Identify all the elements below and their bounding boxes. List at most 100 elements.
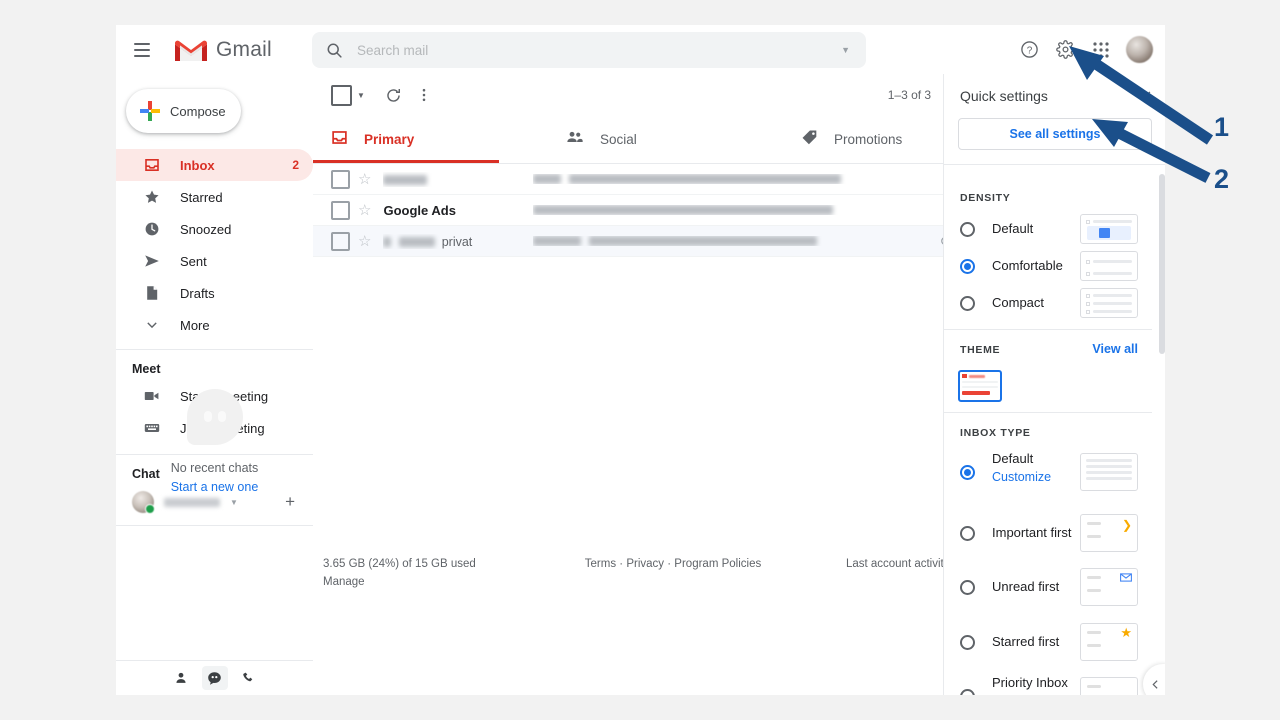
option-label: Default (992, 221, 1033, 236)
inbox-type-option-important-first[interactable]: Important first ❯ (944, 506, 1152, 559)
option-label: Unread first (992, 579, 1059, 594)
radio-icon[interactable] (960, 259, 975, 274)
row-checkbox[interactable] (331, 201, 350, 220)
inbox-important-first-thumbnail[interactable]: ❯ (1080, 514, 1138, 552)
email-sender-text: privat (442, 235, 473, 249)
radio-icon[interactable] (960, 296, 975, 311)
inbox-type-customize-link[interactable]: Customize (992, 470, 1051, 484)
density-option-comfortable[interactable]: Comfortable (944, 247, 1152, 284)
gear-icon[interactable] (1048, 33, 1082, 67)
help-icon[interactable]: ? (1012, 33, 1046, 67)
table-row[interactable]: ☆ privat Jul 13 (313, 226, 1043, 257)
theme-view-all-link[interactable]: View all (1092, 342, 1138, 356)
start-new-chat-link[interactable]: Start a new one (116, 480, 313, 494)
terms-link[interactable]: Terms (585, 558, 616, 570)
clock-icon (142, 221, 162, 237)
inbox-type-customize-link[interactable]: Customize (992, 694, 1068, 695)
inbox-type-option-unread-first[interactable]: Unread first (944, 559, 1152, 614)
inbox-starred-first-thumbnail[interactable]: ★ (1080, 623, 1138, 661)
quick-settings-scrollbar[interactable] (1159, 174, 1165, 354)
select-all-checkbox[interactable] (331, 85, 352, 106)
tab-label: Promotions (834, 132, 902, 147)
inbox-unread-first-thumbnail[interactable] (1080, 568, 1138, 606)
density-compact-thumbnail[interactable] (1080, 288, 1138, 318)
radio-icon[interactable] (960, 526, 975, 541)
close-icon[interactable]: ✕ (1141, 88, 1152, 104)
search-bar[interactable]: ▼ (312, 32, 866, 68)
sidebar-nav: Inbox 2 Starred Snoozed Sent (116, 149, 313, 341)
compose-label: Compose (170, 104, 226, 119)
star-icon[interactable]: ☆ (358, 170, 371, 188)
gmail-logo[interactable]: Gmail (172, 36, 272, 64)
search-input[interactable] (355, 42, 841, 59)
sidebar-item-snoozed[interactable]: Snoozed (116, 213, 313, 245)
table-row[interactable]: ☆ Google Ads 10:21 PM (313, 195, 1043, 226)
row-checkbox[interactable] (331, 170, 350, 189)
chat-display-name-redacted (164, 498, 220, 507)
option-label: Comfortable (992, 258, 1063, 273)
sidebar-item-sent[interactable]: Sent (116, 245, 313, 277)
chevron-down-icon[interactable]: ▼ (230, 498, 238, 507)
density-comfortable-thumbnail[interactable] (1080, 251, 1138, 281)
email-sender: privat (383, 234, 523, 249)
page-range: 1–3 of 3 (888, 88, 931, 102)
inbox-priority-thumbnail[interactable] (1080, 677, 1138, 695)
tab-primary[interactable]: Primary (313, 116, 548, 163)
email-subject (533, 205, 967, 215)
table-row[interactable]: ☆ 10:07 AM (313, 164, 1043, 195)
legal-links: Terms · Privacy · Program Policies (550, 558, 787, 588)
see-all-settings-button[interactable]: See all settings (958, 118, 1152, 150)
chat-bubble-icon[interactable] (202, 666, 228, 690)
chat-avatar[interactable] (132, 491, 154, 513)
mail-list-pane: ▼ 1–3 of 3 De ▼ (313, 74, 1043, 695)
radio-icon[interactable] (960, 222, 975, 237)
star-icon[interactable]: ☆ (358, 232, 371, 250)
row-checkbox[interactable] (331, 232, 350, 251)
radio-icon[interactable] (960, 689, 975, 695)
star-icon[interactable]: ☆ (358, 201, 371, 219)
manage-storage-link[interactable]: Manage (323, 576, 550, 588)
compose-button[interactable]: Compose (126, 89, 241, 133)
avatar[interactable] (1126, 36, 1153, 63)
privacy-link[interactable]: Privacy (626, 558, 664, 570)
radio-icon[interactable] (960, 465, 975, 480)
refresh-icon[interactable] (379, 80, 409, 110)
inbox-type-section-label: INBOX TYPE (944, 413, 1152, 445)
radio-icon[interactable] (960, 635, 975, 650)
plus-icon[interactable]: + (285, 492, 295, 512)
sidebar-item-drafts[interactable]: Drafts (116, 277, 313, 309)
email-subject (533, 174, 967, 184)
inbox-type-option-priority-inbox[interactable]: Priority Inbox Customize (944, 669, 1152, 695)
theme-thumbnail-selected[interactable] (958, 370, 1002, 402)
inbox-type-option-starred-first[interactable]: Starred first ★ (944, 614, 1152, 669)
inbox-default-thumbnail[interactable] (1080, 453, 1138, 491)
contacts-icon[interactable] (168, 666, 194, 690)
sidebar-item-more[interactable]: More (116, 309, 313, 341)
density-option-default[interactable]: Default (944, 210, 1152, 247)
sidebar-item-inbox[interactable]: Inbox 2 (116, 149, 313, 181)
brand-title: Gmail (216, 38, 272, 62)
separator: · (667, 558, 671, 570)
inbox-icon (331, 129, 348, 151)
sidebar-item-starred[interactable]: Starred (116, 181, 313, 213)
program-policies-link[interactable]: Program Policies (674, 558, 761, 570)
sidebar-item-label: Snoozed (180, 222, 231, 237)
sidebar-item-label: More (180, 318, 210, 333)
option-label: Default (992, 451, 1051, 466)
density-default-thumbnail[interactable] (1080, 214, 1138, 244)
chevron-down-icon (142, 318, 162, 332)
density-option-compact[interactable]: Compact (944, 284, 1152, 321)
mail-toolbar: ▼ 1–3 of 3 De ▼ (313, 74, 1043, 116)
apps-grid-icon[interactable] (1084, 33, 1118, 67)
inbox-type-option-default[interactable]: Default Customize (944, 445, 1152, 506)
more-vertical-icon[interactable] (409, 80, 439, 110)
chat-bubble-icon (187, 389, 243, 445)
tab-social[interactable]: Social (548, 116, 783, 163)
hamburger-icon[interactable] (122, 30, 162, 70)
quick-settings-body: DENSITY Default Comfortable Com (944, 178, 1152, 695)
chevron-down-icon[interactable]: ▼ (841, 45, 850, 55)
annotation-number-1: 1 (1214, 112, 1229, 143)
phone-icon[interactable] (236, 666, 262, 690)
chevron-down-icon[interactable]: ▼ (357, 91, 365, 100)
radio-icon[interactable] (960, 580, 975, 595)
